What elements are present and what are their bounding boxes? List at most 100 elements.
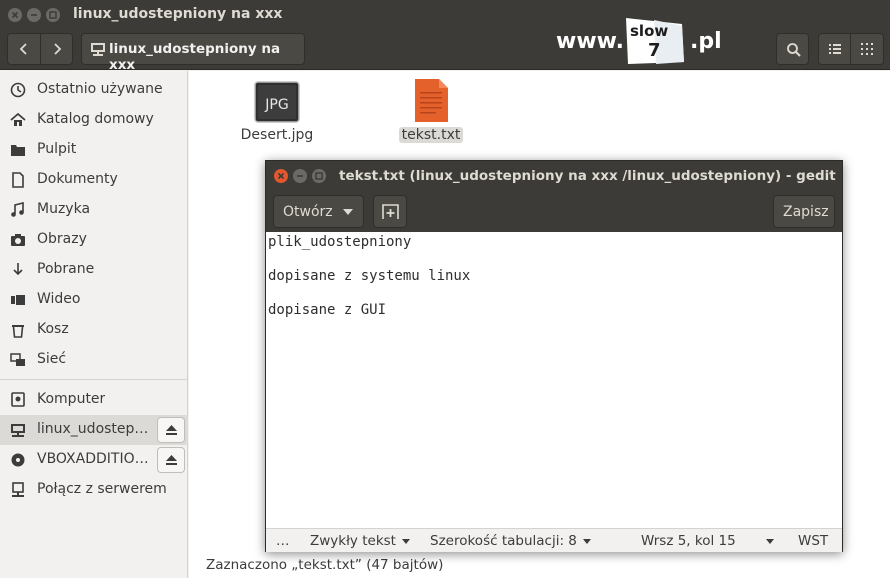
gedit-titlebar[interactable]: tekst.txt (linux_udostepniony na xxx /li… [266,161,842,192]
eject-button[interactable] [157,417,185,443]
save-button-label: Zapisz [783,204,829,220]
sidebar-item-label: Wideo [37,291,81,307]
watermark-logo: www. slow 7 .pl [556,12,726,68]
chevron-down-icon [343,209,353,215]
language-selector[interactable]: Zwykły tekst [310,533,410,549]
download-icon [13,263,23,276]
file-manager-toolbar: linux_udostepniony na xxx [0,30,890,73]
sidebar-item-trash[interactable]: Kosz [0,315,188,345]
selection-status: Zaznaczono „tekst.txt” (47 bajtów) [189,557,890,578]
network-icon [10,353,25,366]
grid-view-icon [861,43,873,55]
sidebar-item-label: VBOXADDITIO… [37,451,149,467]
gedit-toolbar: Otwórz Zapisz [266,192,842,232]
trash-icon [12,325,24,338]
chevron-right-icon [54,43,62,55]
thumbnail-label: JPG [264,97,288,113]
list-view-button[interactable] [819,34,851,64]
sidebar-item-label: Muzyka [37,201,91,217]
status-text: Zaznaczono „tekst.txt” (47 bajtów) [206,557,444,573]
sidebar-item-label: Obrazy [37,231,87,247]
back-button[interactable] [8,34,41,64]
sidebar-item-label: Ostatnio używane [37,81,163,97]
sidebar-item-label: linux_udostep… [37,421,149,437]
search-button[interactable] [776,33,809,65]
close-window-button[interactable] [8,8,22,22]
sidebar-item-home[interactable]: Katalog domowy [0,105,188,135]
minimize-icon [297,175,303,177]
sidebar-item-vboxadditions[interactable]: VBOXADDITIO… [0,445,188,475]
new-tab-icon [382,204,399,219]
eject-icon [166,425,177,435]
new-document-button[interactable] [373,195,407,228]
logo-suffix: .pl [690,29,722,54]
forward-button[interactable] [41,34,74,64]
screen: linux_udostepniony na xxx linux_udostepn… [0,0,890,578]
file-name: tekst.txt [398,127,464,143]
file-item-desert-jpg[interactable]: JPG Desert.jpg [235,81,319,143]
logo-badge: slow 7 [626,18,684,64]
eject-button[interactable] [157,447,185,473]
sidebar-item-recent[interactable]: Ostatnio używane [0,75,188,105]
sidebar-item-network-share[interactable]: linux_udostep… [0,415,188,445]
logo-word-bottom: 7 [648,40,661,61]
folder-icon [11,145,25,156]
image-file-icon: JPG [254,81,300,123]
maximize-icon [49,11,57,19]
tab-width-label: Szerokość tabulacji: 8 [430,533,577,549]
gedit-minimize-button[interactable] [293,169,307,183]
save-button[interactable]: Zapisz [773,195,835,228]
sidebar-item-connect-server[interactable]: Połącz z serwerem [0,475,188,505]
view-mode-group [818,33,884,65]
sidebar-divider [0,379,187,380]
eject-icon [166,455,177,465]
sidebar-item-videos[interactable]: Wideo [0,285,188,315]
list-view-icon [829,44,841,54]
cursor-position[interactable]: Wrsz 5, kol 15 [641,533,736,549]
home-icon [10,112,26,126]
path-bar-button[interactable]: linux_udostepniony na xxx [81,33,305,73]
file-manager-titlebar[interactable]: linux_udostepniony na xxx [0,0,890,30]
sidebar-item-network[interactable]: Sieć [0,345,188,375]
gedit-statusbar: … Zwykły tekst Szerokość tabulacji: 8 Wr… [266,528,842,552]
network-folder-icon [91,43,105,56]
open-button[interactable]: Otwórz [273,195,364,228]
chevron-down-icon [401,538,410,544]
path-bar-label: linux_udostepniony na xxx [109,41,281,73]
logo-prefix: www. [556,29,624,54]
sidebar-item-label: Pulpit [37,141,77,157]
disc-icon [11,453,25,467]
gedit-close-button[interactable] [274,169,288,183]
position-menu-button[interactable] [760,533,774,549]
tab-width-selector[interactable]: Szerokość tabulacji: 8 [430,533,591,549]
chevron-down-icon [766,538,774,544]
text-file-icon [415,79,448,122]
gedit-maximize-button[interactable] [312,169,326,183]
sidebar-item-desktop[interactable]: Pulpit [0,135,188,165]
cursor-position-label: Wrsz 5, kol 15 [641,533,736,549]
sidebar-item-music[interactable]: Muzyka [0,195,188,225]
sidebar-item-documents[interactable]: Dokumenty [0,165,188,195]
grid-view-button[interactable] [851,34,883,64]
minimize-window-button[interactable] [27,8,41,22]
logo-word-top: slow [630,22,668,40]
file-item-tekst-txt[interactable]: tekst.txt [389,77,473,143]
statusbar-overflow[interactable]: … [276,533,290,549]
file-name: Desert.jpg [240,127,314,143]
sidebar-item-pictures[interactable]: Obrazy [0,225,188,255]
gedit-title: tekst.txt (linux_udostepniony na xxx /li… [339,168,836,184]
maximize-icon [315,172,323,180]
editor-line: plik_udostepniony [268,234,412,250]
sidebar-item-label: Dokumenty [37,171,118,187]
gedit-window: tekst.txt (linux_udostepniony na xxx /li… [265,160,843,552]
search-icon [787,43,801,57]
text-editor[interactable]: plik_udostepniony dopisane z systemu lin… [266,232,842,528]
editor-line: dopisane z GUI [268,302,387,318]
maximize-window-button[interactable] [46,8,60,22]
video-icon [11,295,25,305]
sidebar-item-downloads[interactable]: Pobrane [0,255,188,285]
document-icon [12,172,24,188]
insert-mode[interactable]: WST [798,533,828,549]
music-icon [11,202,24,217]
sidebar-item-computer[interactable]: Komputer [0,385,188,415]
